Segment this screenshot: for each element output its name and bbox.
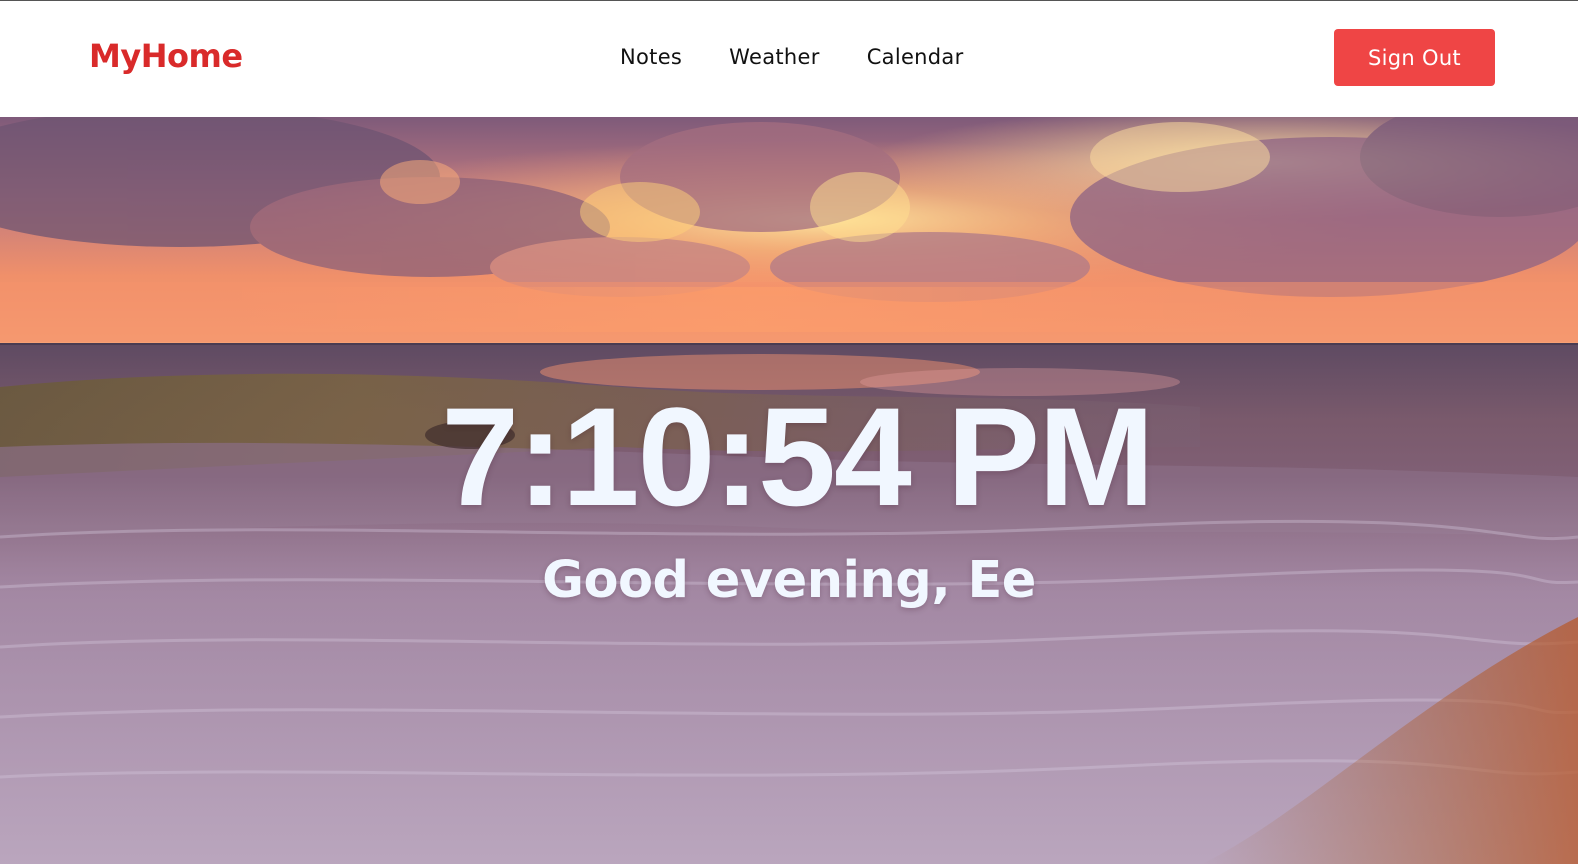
- main-nav: Notes Weather Calendar: [620, 41, 964, 73]
- greeting-text: Good evening, Ee: [542, 551, 1036, 610]
- top-navbar: MyHome Notes Weather Calendar Sign Out: [0, 1, 1578, 117]
- nav-link-calendar[interactable]: Calendar: [867, 41, 964, 73]
- nav-link-weather[interactable]: Weather: [729, 41, 820, 73]
- hero-section: 7:10:54 PM Good evening, Ee: [0, 117, 1578, 864]
- page: MyHome Notes Weather Calendar Sign Out 7…: [0, 0, 1578, 864]
- clock-time: 7:10:54 PM: [441, 378, 1154, 535]
- sign-out-button[interactable]: Sign Out: [1334, 29, 1495, 86]
- brand-logo-link[interactable]: MyHome: [89, 36, 243, 76]
- nav-link-notes[interactable]: Notes: [620, 41, 682, 73]
